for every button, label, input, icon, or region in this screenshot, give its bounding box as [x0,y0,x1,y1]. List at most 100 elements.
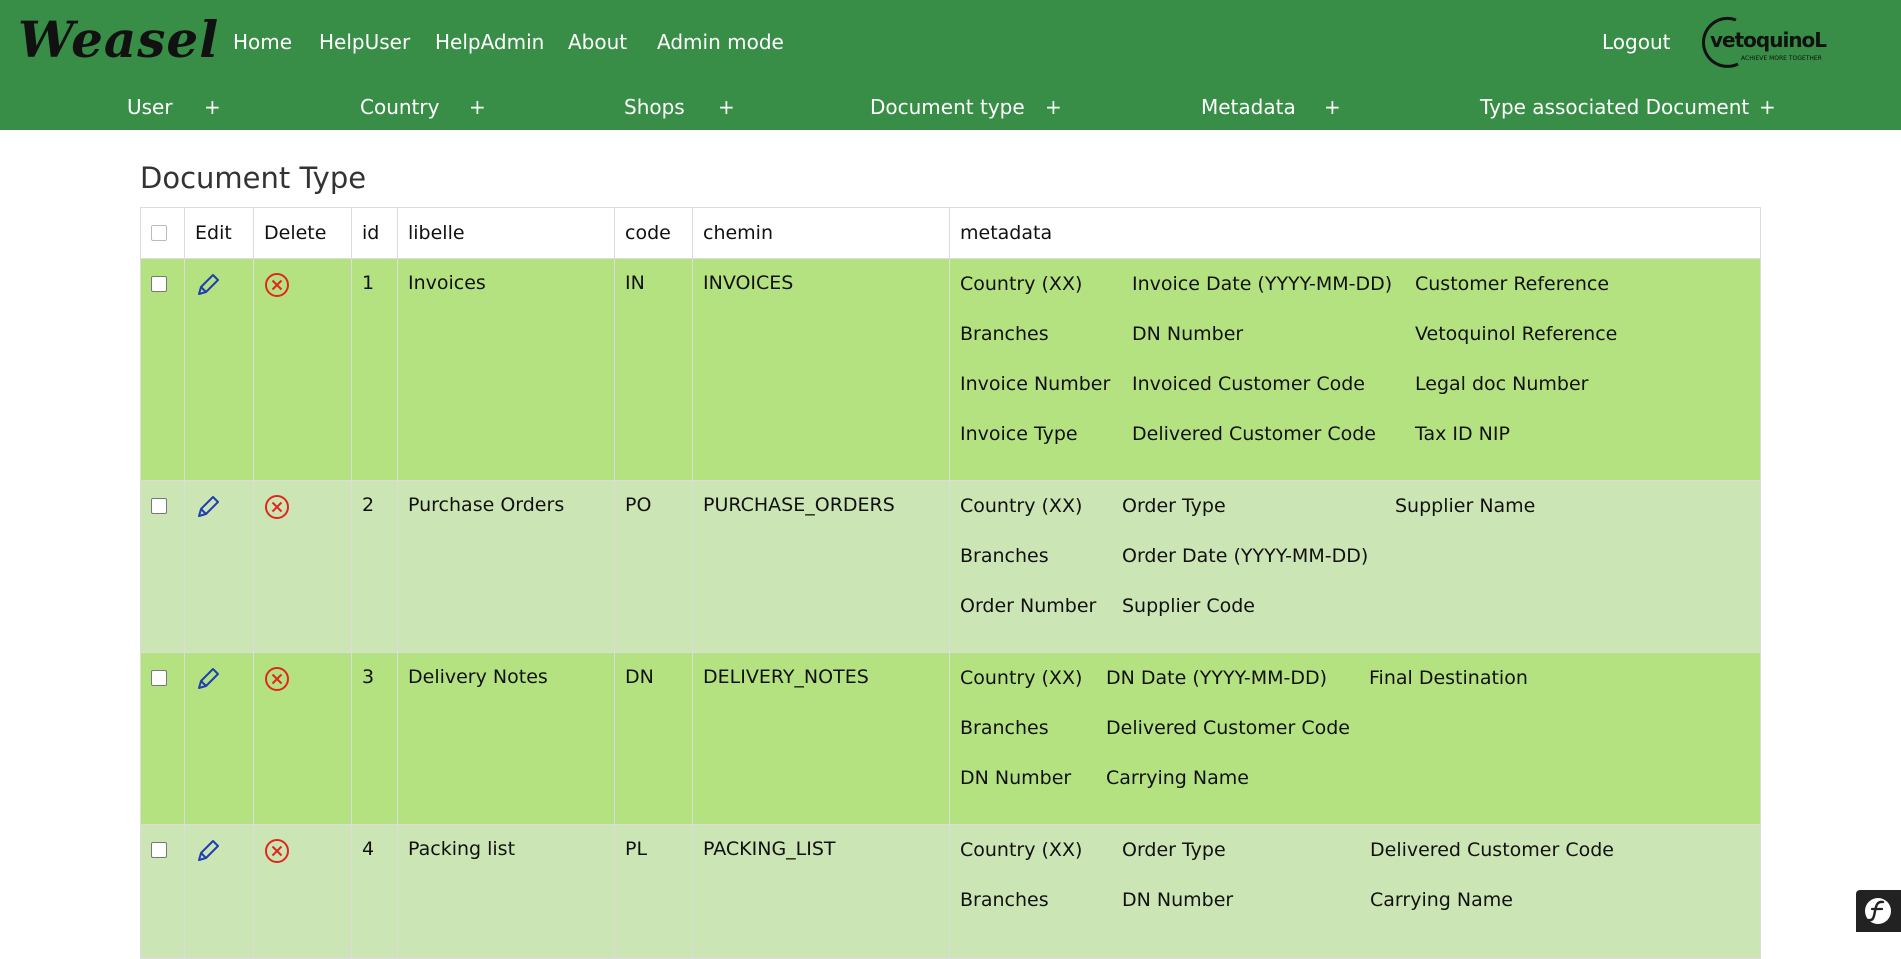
table-row: 1 Invoices IN INVOICES Country (XX) Invo… [140,258,1761,481]
metadata-item: Invoiced Customer Code [1132,373,1366,395]
row-checkbox[interactable] [151,670,167,686]
metadata-cell: Country (XX) Order Type Supplier Name Br… [949,480,1761,653]
id-cell: 2 [351,480,398,653]
edit-cell [184,258,254,481]
subnav-shops-link[interactable]: Shops [624,95,685,119]
page-title: Document Type [140,161,367,195]
metadata-item: Delivered Customer Code [1370,839,1614,861]
delete-cell [253,824,352,959]
row-select-cell [140,824,185,959]
metadata-item: Branches [960,323,1049,345]
select-all-checkbox[interactable] [151,225,167,241]
chemin-cell: PACKING_LIST [692,824,950,959]
pencil-icon[interactable] [195,272,221,298]
libelle-cell: Packing list [397,824,615,959]
metadata-item: Order Type [1122,839,1226,861]
metadata-cell: Country (XX) Invoice Date (YYYY-MM-DD) C… [949,258,1761,481]
symfony-debug-toolbar-toggle[interactable] [1856,890,1901,932]
symfony-icon [1865,898,1891,924]
top-navbar: Weasel Home HelpUser HelpAdmin About Adm… [0,0,1901,130]
table-row: 3 Delivery Notes DN DELIVERY_NOTES Count… [140,652,1761,825]
select-all-cell [140,207,185,259]
metadata-list: Country (XX) Order Type Delivered Custom… [960,838,1750,938]
metadata-item: Branches [960,889,1049,911]
libelle-cell: Delivery Notes [397,652,615,825]
metadata-list: Country (XX) DN Date (YYYY-MM-DD) Final … [960,666,1750,816]
subnav-user-add-button[interactable]: + [204,95,221,119]
row-select-cell [140,258,185,481]
libelle-cell: Purchase Orders [397,480,615,653]
row-checkbox[interactable] [151,498,167,514]
column-header-delete: Delete [253,207,352,259]
subnav-document-type-link[interactable]: Document type [870,95,1025,119]
edit-cell [184,824,254,959]
subnav-document-type-add-button[interactable]: + [1045,95,1062,119]
subnav-metadata-add-button[interactable]: + [1324,95,1341,119]
metadata-item: Country (XX) [960,839,1083,861]
chemin-cell: INVOICES [692,258,950,481]
logo-tagline: ACHIEVE MORE TOGETHER [1741,55,1822,62]
subnav-country-add-button[interactable]: + [469,95,486,119]
libelle-cell: Invoices [397,258,615,481]
id-cell: 3 [351,652,398,825]
metadata-item: Carrying Name [1106,767,1249,789]
metadata-item [1395,594,1750,644]
metadata-item: Country (XX) [960,495,1083,517]
code-cell: IN [614,258,693,481]
close-circle-icon[interactable] [264,494,290,520]
subnav-user-link[interactable]: User [127,95,173,119]
nav-helpadmin-link[interactable]: HelpAdmin [435,30,544,54]
delete-cell [253,652,352,825]
metadata-item [1395,544,1750,594]
row-select-cell [140,652,185,825]
column-header-chemin: chemin [692,207,950,259]
row-checkbox[interactable] [151,842,167,858]
nav-about-link[interactable]: About [568,30,627,54]
pencil-icon[interactable] [195,494,221,520]
metadata-item: Branches [960,545,1049,567]
metadata-item: Tax ID NIP [1415,423,1510,445]
metadata-item [1369,716,1750,766]
pencil-icon[interactable] [195,666,221,692]
metadata-item: Branches [960,717,1049,739]
edit-cell [184,480,254,653]
pencil-icon[interactable] [195,838,221,864]
metadata-item: Order Type [1122,495,1226,517]
vetoquinol-logo: vetoquinoL ACHIEVE MORE TOGETHER [1696,14,1827,70]
metadata-item [1369,766,1750,816]
chemin-cell: PURCHASE_ORDERS [692,480,950,653]
subnav-metadata-link[interactable]: Metadata [1201,95,1296,119]
nav-helpuser-link[interactable]: HelpUser [319,30,410,54]
row-select-cell [140,480,185,653]
metadata-item: Supplier Name [1395,495,1536,517]
close-circle-icon[interactable] [264,272,290,298]
row-checkbox[interactable] [151,276,167,292]
subnav-shops-add-button[interactable]: + [718,95,735,119]
document-type-table: Edit Delete id libelle code chemin metad… [140,207,1761,959]
nav-admin-mode-link[interactable]: Admin mode [657,30,784,54]
metadata-list: Country (XX) Invoice Date (YYYY-MM-DD) C… [960,272,1750,472]
id-cell: 4 [351,824,398,959]
metadata-item: Invoice Date (YYYY-MM-DD) [1132,273,1393,295]
metadata-item: Order Number [960,595,1097,617]
delete-cell [253,258,352,481]
brand-logo[interactable]: Weasel [18,10,219,70]
code-cell: PO [614,480,693,653]
metadata-item: Country (XX) [960,273,1083,295]
code-cell: DN [614,652,693,825]
close-circle-icon[interactable] [264,838,290,864]
subnav-country-link[interactable]: Country [360,95,439,119]
close-circle-icon[interactable] [264,666,290,692]
id-cell: 1 [351,258,398,481]
edit-cell [184,652,254,825]
metadata-item: DN Number [960,767,1072,789]
subnav-type-associated-document-link[interactable]: Type associated Document [1480,95,1749,119]
logout-link[interactable]: Logout [1602,30,1670,54]
metadata-item: Invoice Number [960,373,1111,395]
code-cell: PL [614,824,693,959]
metadata-item: Vetoquinol Reference [1415,323,1618,345]
metadata-item: Carrying Name [1370,889,1513,911]
subnav-type-associated-document-add-button[interactable]: + [1759,95,1776,119]
metadata-item: Country (XX) [960,667,1083,689]
nav-home-link[interactable]: Home [233,30,292,54]
